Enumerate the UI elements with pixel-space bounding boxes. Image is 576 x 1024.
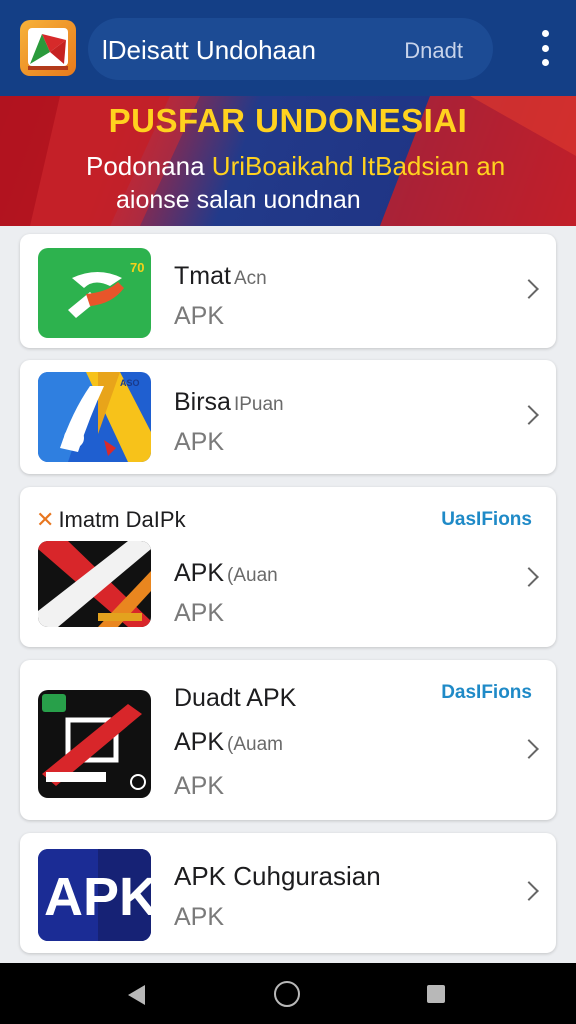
close-x-icon: ✕ bbox=[36, 507, 55, 532]
app-name: Birsa IPuan bbox=[174, 388, 284, 416]
chevron-right-icon bbox=[519, 881, 539, 901]
black-red-slash-app-icon bbox=[38, 690, 151, 798]
svg-text:70: 70 bbox=[130, 260, 144, 275]
app-name: APK (Auam bbox=[174, 728, 283, 756]
chevron-right-icon bbox=[519, 405, 539, 425]
card-header-action[interactable]: DasIFions bbox=[441, 682, 532, 704]
app-name: Tmat Acn bbox=[174, 262, 267, 290]
app-list-item[interactable]: ASO Birsa IPuan APK bbox=[20, 360, 556, 474]
app-name: APK Cuhgurasian bbox=[174, 861, 381, 891]
app-type: APK bbox=[174, 903, 225, 931]
app-list-item[interactable]: ✕ Imatm DaIPk UasIFions APK (Auan APK bbox=[20, 487, 556, 647]
back-triangle-icon[interactable] bbox=[128, 985, 145, 1005]
app-logo-icon[interactable] bbox=[20, 20, 76, 76]
top-app-bar: lDeisatt Undohaan Dnadt bbox=[0, 0, 576, 96]
card-header-label: ✕ Imatm DaIPk bbox=[36, 507, 186, 532]
banner-subtitle: Podonana UriBoaikahd ItBadsian an bbox=[86, 151, 506, 181]
apk-letters-app-icon: APK bbox=[38, 849, 151, 941]
app-type: APK bbox=[174, 302, 225, 330]
header-action-button[interactable]: Dnadt bbox=[404, 38, 463, 64]
more-vert-icon[interactable] bbox=[534, 30, 556, 66]
chevron-right-icon bbox=[519, 567, 539, 587]
app-list-item[interactable]: 70 Tmat Acn APK bbox=[20, 234, 556, 348]
app-list-item[interactable]: APK APK Cuhgurasian APK bbox=[20, 833, 556, 953]
app-name: APK (Auan bbox=[174, 559, 278, 587]
black-red-x-app-icon bbox=[38, 541, 151, 627]
card-header-action[interactable]: UasIFions bbox=[441, 509, 532, 531]
app-title: Duadt APK bbox=[174, 684, 297, 712]
app-type: APK bbox=[174, 599, 225, 627]
green-arrow-app-icon: 70 bbox=[38, 248, 151, 338]
blue-yellow-a-app-icon: ASO bbox=[38, 372, 151, 462]
recents-square-icon[interactable] bbox=[427, 985, 445, 1003]
app-type: APK bbox=[174, 428, 225, 456]
banner-title: PUSFAR UNDONESIAI bbox=[108, 102, 468, 139]
home-circle-icon[interactable] bbox=[274, 981, 300, 1007]
app-list-item[interactable]: Duadt APK DasIFions APK (Auam APK bbox=[20, 660, 556, 820]
chevron-right-icon bbox=[519, 279, 539, 299]
system-nav-bar bbox=[0, 963, 576, 1024]
svg-text:ASO: ASO bbox=[120, 378, 140, 388]
header-title: lDeisatt Undohaan bbox=[102, 35, 316, 65]
banner-tagline: aionse salan uondnan bbox=[116, 186, 361, 214]
promo-banner[interactable]: PUSFAR UNDONESIAI Podonana UriBoaikahd I… bbox=[0, 96, 576, 226]
header-search-pill[interactable]: lDeisatt Undohaan Dnadt bbox=[88, 18, 493, 80]
app-type: APK bbox=[174, 772, 225, 800]
svg-text:APK: APK bbox=[44, 867, 151, 927]
chevron-right-icon bbox=[519, 739, 539, 759]
